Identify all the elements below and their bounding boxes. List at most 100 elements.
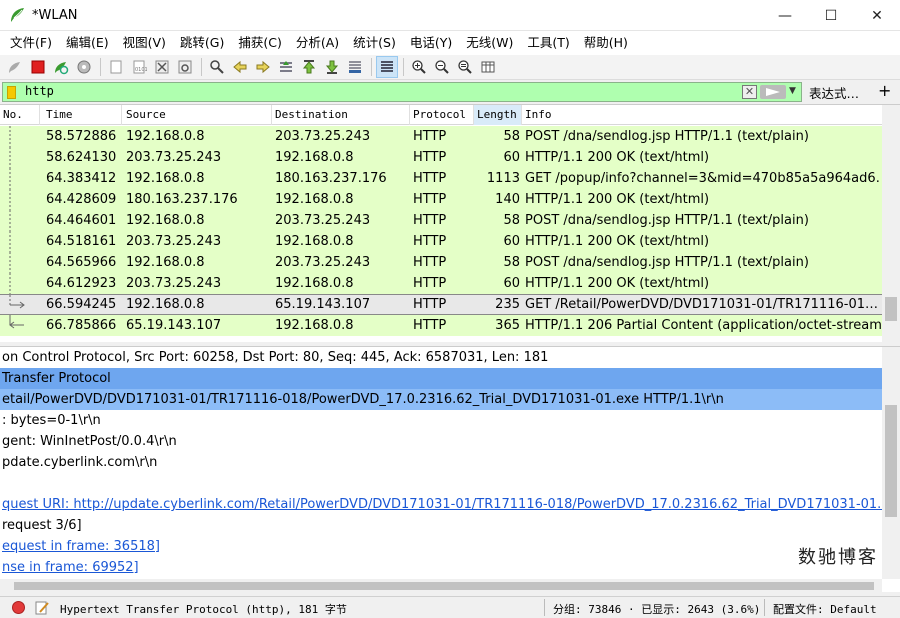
packet-cell-len: 140 <box>495 192 520 207</box>
add-filter-button[interactable]: + <box>878 81 891 100</box>
detail-line-tcp[interactable]: on Control Protocol, Src Port: 60258, Ds… <box>0 347 882 368</box>
packet-cell-len: 58 <box>503 129 520 144</box>
maximize-button[interactable]: ☐ <box>808 0 854 31</box>
related-packet-icon <box>9 315 24 329</box>
go-last-packet-icon[interactable] <box>321 56 343 78</box>
menu-file[interactable]: 文件(F) <box>3 31 59 55</box>
packet-row[interactable]: 64.383412 192.168.0.8 180.163.237.176 HTTP 1… <box>0 168 882 189</box>
go-first-packet-icon[interactable] <box>298 56 320 78</box>
packet-row[interactable]: 58.572886 192.168.0.8 203.73.25.243 HTTP 58 P… <box>0 126 882 147</box>
close-file-icon[interactable] <box>151 56 173 78</box>
detail-line-prev-request[interactable]: equest in frame: 36518] <box>0 536 882 557</box>
packet-row[interactable]: 58.624130 203.73.25.243 192.168.0.8 HTTP 60 H… <box>0 147 882 168</box>
go-to-packet-icon[interactable] <box>275 56 297 78</box>
capture-options-icon[interactable] <box>73 56 95 78</box>
packet-cell-len: 58 <box>503 213 520 228</box>
filter-text[interactable]: http <box>25 84 54 98</box>
scrollbar-thumb[interactable] <box>885 297 897 321</box>
reload-file-icon[interactable] <box>174 56 196 78</box>
packet-list[interactable]: No. Time Source Destination Protocol Len… <box>0 104 900 342</box>
filter-bookmark-icon[interactable] <box>7 86 16 99</box>
menu-wireless[interactable]: 无线(W) <box>459 31 520 55</box>
column-info[interactable]: Info <box>522 105 882 125</box>
packet-list-scrollbar[interactable] <box>882 105 900 342</box>
resize-columns-icon[interactable] <box>477 56 499 78</box>
expression-button[interactable]: 表达式… <box>809 83 859 102</box>
packet-cell-src: 192.168.0.8 <box>126 255 205 270</box>
column-length[interactable]: Length <box>474 105 522 125</box>
go-forward-icon[interactable] <box>252 56 274 78</box>
menu-edit[interactable]: 编辑(E) <box>59 31 116 55</box>
detail-line-response[interactable]: nse in frame: 69952] <box>0 557 882 578</box>
open-file-icon[interactable] <box>105 56 127 78</box>
packet-cell-len: 60 <box>503 234 520 249</box>
detail-line-request-count[interactable]: request 3/6] <box>0 515 882 536</box>
menu-telephony[interactable]: 电话(Y) <box>403 31 459 55</box>
close-button[interactable]: ✕ <box>854 0 900 31</box>
colorize-list-icon[interactable] <box>376 56 398 78</box>
packet-row[interactable]: 64.464601 192.168.0.8 203.73.25.243 HTTP 58 P… <box>0 210 882 231</box>
menu-tools[interactable]: 工具(T) <box>520 31 576 55</box>
menu-statistics[interactable]: 统计(S) <box>346 31 403 55</box>
status-field-info: Hypertext Transfer Protocol (http), 181 … <box>60 603 347 616</box>
clear-filter-icon[interactable]: ✕ <box>742 85 757 99</box>
packet-cell-src: 203.73.25.243 <box>126 150 222 165</box>
scrollbar-thumb[interactable] <box>885 405 897 517</box>
packet-row[interactable]: 64.428609 180.163.237.176 192.168.0.8 HTTP 1… <box>0 189 882 210</box>
detail-line-host[interactable]: pdate.cyberlink.com\r\n <box>0 452 882 473</box>
column-time[interactable]: Time <box>43 105 122 125</box>
details-vertical-scrollbar[interactable] <box>882 347 900 579</box>
expert-info-icon[interactable] <box>12 601 25 614</box>
packet-cell-time: 64.464601 <box>46 213 117 228</box>
column-no[interactable]: No. <box>0 105 40 125</box>
menu-go[interactable]: 跳转(G) <box>173 31 231 55</box>
display-filter-input[interactable]: http ✕ ▼ <box>2 82 802 102</box>
normal-size-icon[interactable] <box>454 56 476 78</box>
detail-line-request[interactable]: etail/PowerDVD/DVD171031-01/TR171116-018… <box>0 389 882 410</box>
packet-cell-len: 58 <box>503 255 520 270</box>
menu-help[interactable]: 帮助(H) <box>577 31 635 55</box>
packet-row[interactable]: 64.518161 203.73.25.243 192.168.0.8 HTTP 60 H… <box>0 231 882 252</box>
packet-cell-info: HTTP/1.1 200 OK (text/html) <box>525 234 710 249</box>
filter-history-chevron-down-icon[interactable]: ▼ <box>789 86 796 96</box>
menu-analyze[interactable]: 分析(A) <box>289 31 346 55</box>
detail-line-blank <box>0 473 882 494</box>
detail-line-user-agent[interactable]: gent: WinInetPost/0.0.4\r\n <box>0 431 882 452</box>
zoom-in-icon[interactable] <box>408 56 430 78</box>
packet-row[interactable]: 64.612923 203.73.25.243 192.168.0.8 HTTP 60 H… <box>0 273 882 294</box>
packet-details[interactable]: on Control Protocol, Src Port: 60258, Ds… <box>0 346 900 592</box>
column-protocol[interactable]: Protocol <box>410 105 474 125</box>
status-separator <box>764 599 765 616</box>
packet-row[interactable]: 66.785866 65.19.143.107 192.168.0.8 HTTP 365… <box>0 315 882 336</box>
packet-row[interactable]: 64.565966 192.168.0.8 203.73.25.243 HTTP 58 P… <box>0 252 882 273</box>
packet-row-selected[interactable]: 66.594245 192.168.0.8 65.19.143.107 HTTP 235… <box>0 294 882 315</box>
apply-filter-arrow-icon[interactable] <box>760 85 786 99</box>
packet-cell-dst: 192.168.0.8 <box>275 234 354 249</box>
column-source[interactable]: Source <box>123 105 272 125</box>
menu-view[interactable]: 视图(V) <box>116 31 173 55</box>
packet-cell-time: 58.624130 <box>46 150 117 165</box>
detail-line-range[interactable]: : bytes=0-1\r\n <box>0 410 882 431</box>
packet-cell-proto: HTTP <box>413 297 447 312</box>
auto-scroll-icon[interactable] <box>344 56 366 78</box>
go-back-icon[interactable] <box>229 56 251 78</box>
zoom-out-icon[interactable] <box>431 56 453 78</box>
start-capture-icon[interactable] <box>4 56 26 78</box>
find-packet-icon[interactable] <box>206 56 228 78</box>
detail-line-http[interactable]: Transfer Protocol <box>0 368 882 389</box>
packet-cell-len: 60 <box>503 150 520 165</box>
detail-line-full-uri[interactable]: quest URI: http://update.cyberlink.com/R… <box>0 494 882 515</box>
edit-comment-icon[interactable] <box>34 600 50 616</box>
column-destination[interactable]: Destination <box>272 105 410 125</box>
minimize-button[interactable]: — <box>762 0 808 31</box>
status-profile[interactable]: 配置文件: Default <box>773 601 877 617</box>
scrollbar-thumb[interactable] <box>14 582 874 590</box>
menu-capture[interactable]: 捕获(C) <box>231 31 288 55</box>
packet-cell-dst: 180.163.237.176 <box>275 171 387 186</box>
restart-capture-icon[interactable] <box>50 56 72 78</box>
save-file-icon[interactable]: 0101 <box>128 56 150 78</box>
details-horizontal-scrollbar[interactable] <box>0 579 882 592</box>
packet-cell-proto: HTTP <box>413 255 447 270</box>
stop-capture-icon[interactable] <box>27 56 49 78</box>
related-packet-icon <box>9 168 11 189</box>
